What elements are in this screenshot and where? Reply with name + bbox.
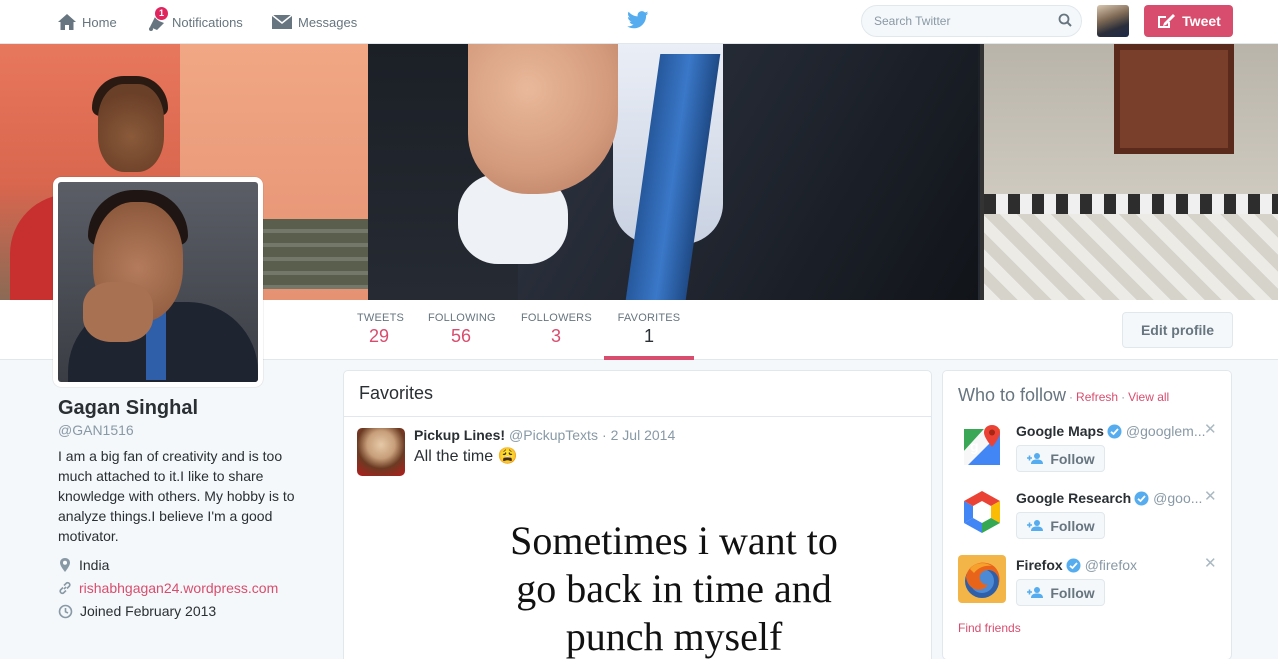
stat-favorites-value: 1 [643,326,654,346]
header-separator: · [1069,390,1074,404]
stat-tweets-value: 29 [368,326,390,346]
google-maps-logo[interactable]: g [958,421,1006,469]
profile-bio: I am a big fan of creativity and is too … [58,448,295,544]
header-photo-panel [368,44,980,300]
tweet-media-line: go back in time and [516,566,832,611]
tweet-button[interactable]: Tweet [1144,5,1233,37]
profile-location: India [58,554,318,576]
follow-button-label: Follow [1050,517,1095,534]
suggestion-name[interactable]: Google Research [1016,490,1131,506]
compose-icon [1158,14,1176,28]
active-tab-indicator [604,356,694,360]
add-user-icon [1027,587,1044,598]
who-to-follow-module: Who to follow · Refresh · View all g Goo… [942,370,1232,659]
header-separator: · [1121,390,1126,404]
top-navigation-bar: Home 1 Notifications Messages Tweet [0,0,1278,44]
who-to-follow-title: Who to follow [958,385,1067,405]
stat-followers-label: FOLLOWERS [521,312,592,324]
follow-button[interactable]: Follow [1016,579,1105,606]
edit-profile-button[interactable]: Edit profile [1122,312,1233,348]
tweet-separator: · [601,427,607,443]
stat-followers[interactable]: FOLLOWERS 3 [521,312,592,347]
stat-followers-value: 3 [550,326,561,346]
envelope-icon [271,14,293,29]
nav-notifications-label: Notifications [172,14,243,30]
profile-name[interactable]: Gagan Singhal [58,397,318,420]
tweet-text: All the time 😩 [414,448,518,465]
tweet-item[interactable]: Pickup Lines! @PickupTexts · 2 Jul 2014 … [344,417,931,476]
nav-home[interactable]: Home [57,0,117,44]
dismiss-suggestion-icon[interactable]: ✕ [1204,554,1217,572]
tweet-author-avatar[interactable] [357,428,405,476]
dismiss-suggestion-icon[interactable]: ✕ [1204,487,1217,505]
stat-following-label: FOLLOWING [428,312,496,324]
follow-button[interactable]: Follow [1016,445,1105,472]
profile-location-text: India [79,557,110,573]
verified-badge-icon [1066,558,1081,572]
dismiss-suggestion-icon[interactable]: ✕ [1204,420,1217,438]
home-icon [58,14,76,30]
stat-favorites[interactable]: FAVORITES 1 [604,312,694,347]
tweet-media-line: punch myself [565,614,783,659]
tweet-media-image[interactable]: Sometimes i want to go back in time and … [434,517,914,659]
suggestion-google-maps: g Google Maps @googlem... ✕ Follow [958,421,1220,481]
profile-handle[interactable]: @GAN1516 [58,422,318,438]
tweet-timestamp[interactable]: 2 Jul 2014 [611,427,676,443]
location-pin-icon [60,558,70,572]
nav-home-label: Home [82,14,117,30]
verified-badge-icon [1107,424,1122,438]
stat-favorites-label: FAVORITES [617,312,681,324]
google-research-logo[interactable] [958,488,1006,536]
add-user-icon [1027,453,1044,464]
follow-button[interactable]: Follow [1016,512,1105,539]
add-user-icon [1027,520,1044,531]
suggestion-google-research: Google Research @goo... ✕ Follow [958,488,1220,548]
svg-text:g: g [970,438,979,454]
profile-website-link[interactable]: rishabhgagan24.wordpress.com [79,580,278,596]
stat-following[interactable]: FOLLOWING 56 [428,312,496,347]
profile-joined-text: Joined February 2013 [80,603,217,619]
header-photo-panel [984,44,1278,300]
twitter-bird-logo[interactable] [627,11,649,29]
nav-messages-label: Messages [298,14,358,30]
suggestion-handle[interactable]: @firefox [1085,557,1137,573]
link-icon [59,581,71,595]
stat-tweets[interactable]: TWEETS 29 [357,312,405,347]
view-all-link[interactable]: View all [1128,390,1169,404]
nav-notifications[interactable]: 1 Notifications [147,0,243,44]
suggestion-name[interactable]: Firefox [1016,557,1063,573]
notifications-badge: 1 [154,6,170,21]
profile-website[interactable]: rishabhgagan24.wordpress.com [58,577,318,599]
refresh-link[interactable]: Refresh [1076,390,1118,404]
follow-button-label: Follow [1050,584,1095,601]
search-icon[interactable] [1058,13,1072,27]
tweet-author-handle[interactable]: @PickupTexts [509,427,598,443]
search-input[interactable] [861,5,1082,37]
suggestion-handle[interactable]: @googlem... [1126,423,1206,439]
follow-button-label: Follow [1050,450,1095,467]
favorites-timeline: Favorites Pickup Lines! @PickupTexts · 2… [343,370,932,659]
stat-tweets-label: TWEETS [357,312,405,324]
nav-messages[interactable]: Messages [271,0,357,44]
suggestion-name[interactable]: Google Maps [1016,423,1104,439]
firefox-logo[interactable] [958,555,1006,603]
tweet-author-name[interactable]: Pickup Lines! [414,427,505,443]
suggestion-firefox: Firefox @firefox ✕ Follow [958,555,1220,615]
tweet-media-line: Sometimes i want to [510,518,838,563]
clock-icon [58,604,73,618]
stat-following-value: 56 [450,326,472,346]
profile-joined: Joined February 2013 [58,600,318,622]
verified-badge-icon [1134,491,1149,505]
tweet-button-label: Tweet [1182,13,1221,29]
account-avatar[interactable] [1097,5,1129,37]
find-friends-link[interactable]: Find friends [958,621,1021,635]
suggestion-handle[interactable]: @goo... [1153,490,1202,506]
profile-card: Gagan Singhal @GAN1516 I am a big fan of… [58,397,318,622]
profile-avatar[interactable] [53,177,263,387]
timeline-title: Favorites [344,371,931,417]
